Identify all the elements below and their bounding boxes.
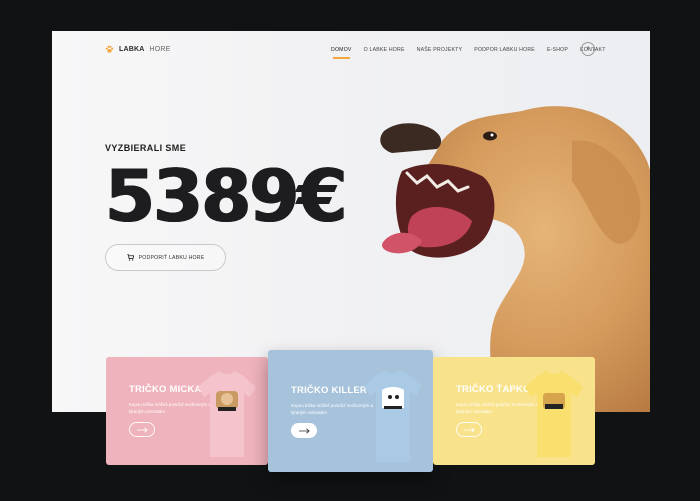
nav-item-o-labke-hore[interactable]: O LABKE HORE [364, 47, 405, 53]
product-title: TRIČKO MICKA [129, 384, 202, 395]
facebook-button[interactable]: f [581, 42, 595, 56]
hero-amount: 5389€ [105, 154, 347, 238]
facebook-icon: f [587, 46, 589, 52]
nav-item-domov[interactable]: DOMOV [331, 47, 352, 59]
nav-item-nase-projekty[interactable]: NAŠE PROJEKTY [417, 47, 463, 53]
cart-icon [126, 254, 134, 261]
product-title: TRIČKO KILLER [291, 385, 367, 396]
product-arrow-button[interactable] [291, 423, 317, 438]
product-title: TRIČKO ŤAPKO [456, 384, 531, 395]
product-card-tapko[interactable]: TRIČKO ŤAPKO Kupou trička môžeš pomôcť n… [433, 357, 595, 465]
tshirt-image [364, 370, 422, 462]
support-button-label: PODPORIŤ LABKU HORE [138, 254, 205, 261]
product-card-killer[interactable]: TRIČKO KILLER Kupou trička môžeš pomôcť … [268, 350, 433, 472]
product-card-micka[interactable]: TRIČKO MICKA Kupou trička môžeš pomôcť n… [106, 357, 268, 465]
top-navigation: LABKA HORE DOMOV O LABKE HORE NAŠE PROJEK… [52, 31, 650, 71]
support-button[interactable]: PODPORIŤ LABKU HORE [105, 244, 226, 271]
arrow-right-icon [136, 426, 148, 433]
nav-item-podpor-labku-hore[interactable]: PODPOR LABKU HORE [474, 47, 535, 53]
tshirt-image [525, 371, 583, 457]
hero-subtitle: VYZBIERALI SME [105, 143, 187, 153]
site-logo[interactable]: LABKA HORE [105, 45, 171, 54]
nav-item-e-shop[interactable]: E-SHOP [547, 47, 568, 53]
arrow-right-icon [463, 426, 475, 433]
logo-text-light: HORE [149, 46, 171, 53]
tshirt-image [198, 371, 256, 457]
product-arrow-button[interactable] [129, 422, 155, 437]
arrow-right-icon [298, 427, 310, 434]
main-menu: DOMOV O LABKE HORE NAŠE PROJEKTY PODPOR … [331, 47, 618, 59]
logo-text-bold: LABKA [119, 46, 145, 53]
paw-icon [105, 45, 114, 53]
product-arrow-button[interactable] [456, 422, 482, 437]
